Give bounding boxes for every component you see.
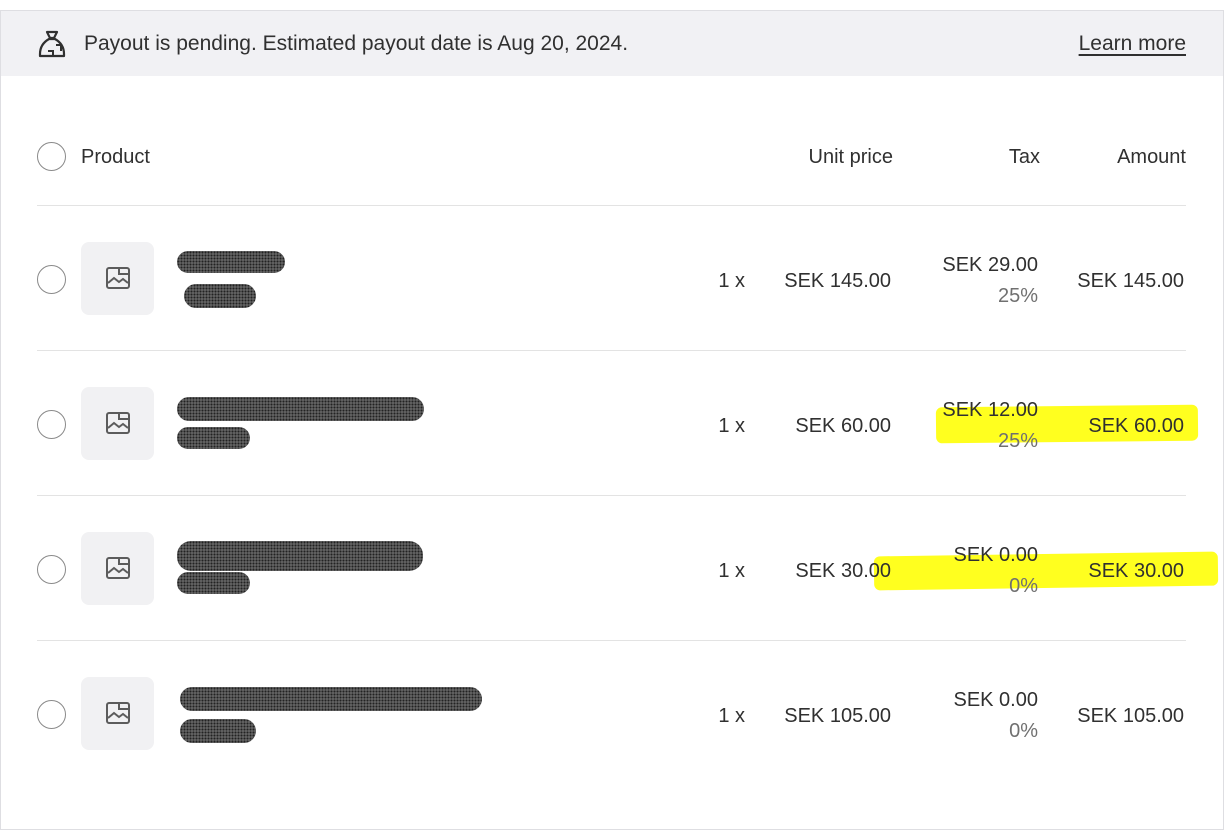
redacted-product-name — [177, 251, 285, 273]
product-thumbnail — [81, 532, 154, 605]
image-placeholder-icon — [106, 267, 130, 289]
select-all-checkbox[interactable] — [37, 142, 66, 171]
quantity: 1 x — [718, 415, 745, 437]
unit-price: SEK 60.00 — [795, 415, 891, 437]
image-placeholder-icon — [106, 412, 130, 434]
column-header-tax: Tax — [1008, 146, 1040, 168]
product-thumbnail — [81, 242, 154, 315]
row-checkbox[interactable] — [37, 410, 66, 439]
image-placeholder-icon — [106, 557, 130, 579]
tax-amount: SEK 12.00 — [942, 399, 1038, 421]
redacted-product-variant — [177, 427, 250, 449]
unit-price: SEK 30.00 — [795, 560, 891, 582]
tax-amount: SEK 0.00 — [953, 689, 1038, 711]
tax-rate: 25% — [997, 430, 1038, 452]
table-row: 1 x SEK 60.00 SEK 12.00 25% SEK 60.00 — [0, 351, 1224, 496]
redacted-product-name — [177, 397, 424, 421]
line-amount: SEK 30.00 — [1088, 560, 1184, 582]
tax-amount: SEK 0.00 — [953, 544, 1038, 566]
unit-price: SEK 145.00 — [784, 270, 891, 292]
column-header-amount: Amount — [1117, 146, 1186, 168]
row-checkbox[interactable] — [37, 700, 66, 729]
redacted-product-name — [177, 541, 423, 571]
redacted-product-variant — [177, 572, 250, 594]
unit-price: SEK 105.00 — [784, 705, 891, 727]
image-placeholder-icon — [106, 702, 130, 724]
tax-rate: 0% — [1009, 720, 1038, 742]
quantity: 1 x — [718, 705, 745, 727]
product-thumbnail — [81, 387, 154, 460]
redacted-product-variant — [180, 719, 256, 743]
payout-status-text: Payout is pending. Estimated payout date… — [84, 32, 629, 55]
tax-amount: SEK 29.00 — [942, 254, 1038, 276]
tax-rate: 25% — [997, 285, 1038, 307]
line-amount: SEK 105.00 — [1077, 705, 1184, 727]
redacted-product-name — [180, 687, 482, 711]
quantity: 1 x — [718, 560, 745, 582]
product-thumbnail — [81, 677, 154, 750]
row-checkbox[interactable] — [37, 265, 66, 294]
line-amount: SEK 60.00 — [1088, 415, 1184, 437]
redacted-product-variant — [184, 284, 256, 308]
learn-more-link[interactable]: Learn more — [1079, 31, 1186, 57]
table-row: 1 x SEK 145.00 SEK 29.00 25% SEK 145.00 — [0, 206, 1224, 351]
table-row: 1 x SEK 105.00 SEK 0.00 0% SEK 105.00 — [0, 641, 1224, 786]
quantity: 1 x — [718, 270, 745, 292]
line-amount: SEK 145.00 — [1077, 270, 1184, 292]
tax-rate: 0% — [1009, 575, 1038, 597]
column-header-unit-price: Unit price — [808, 146, 893, 168]
money-bag-icon — [38, 30, 66, 58]
column-header-product: Product — [81, 146, 150, 168]
row-checkbox[interactable] — [37, 555, 66, 584]
table-row: 1 x SEK 30.00 SEK 0.00 0% SEK 30.00 — [0, 496, 1224, 641]
